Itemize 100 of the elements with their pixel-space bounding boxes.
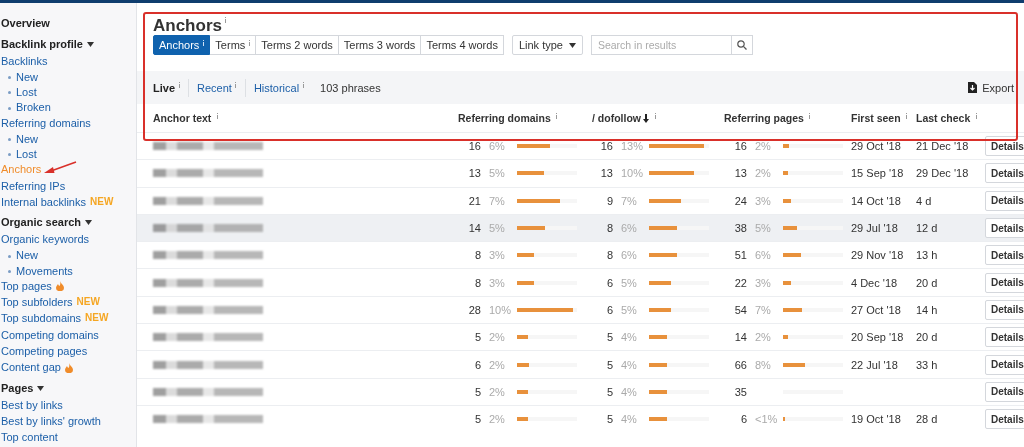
table-cell: 20 d bbox=[916, 276, 938, 289]
search-button[interactable] bbox=[730, 35, 753, 55]
column-header[interactable]: / dofollow bbox=[592, 112, 641, 124]
table-cell-text: 66 bbox=[733, 358, 747, 371]
sidebar-heading[interactable]: Overview bbox=[1, 15, 136, 32]
sidebar-item[interactable]: Internal backlinks bbox=[1, 193, 86, 211]
sidebar-item[interactable]: Organic keywords bbox=[1, 231, 90, 248]
sidebar-item[interactable]: Top subfolders bbox=[1, 294, 73, 311]
tab[interactable]: Terms bbox=[210, 35, 257, 55]
column-header[interactable]: Last check bbox=[916, 112, 971, 124]
bullet-icon bbox=[8, 91, 11, 95]
details-button[interactable]: Details bbox=[985, 163, 1024, 184]
table-cell-text: 24 bbox=[733, 194, 747, 207]
table-cell-text: 16 bbox=[733, 140, 747, 153]
sidebar-item[interactable]: Best by links bbox=[1, 396, 63, 413]
percent-text: 4% bbox=[621, 413, 637, 426]
details-button[interactable]: Details bbox=[985, 245, 1024, 266]
details-button[interactable]: Details bbox=[985, 190, 1024, 211]
table-cell-text: 28 bbox=[467, 303, 481, 316]
sidebar-item[interactable]: Referring IPs bbox=[1, 177, 66, 194]
table-cell: 12 d bbox=[916, 222, 938, 235]
details-button[interactable]: Details bbox=[985, 218, 1024, 239]
bullet-icon bbox=[8, 153, 11, 157]
sidebar-subitem[interactable]: Broken bbox=[8, 101, 51, 115]
sidebar-subitem[interactable]: Movements bbox=[8, 264, 73, 278]
sidebar-item[interactable]: Top content bbox=[1, 429, 58, 446]
percent-text: 5% bbox=[755, 222, 771, 235]
table-cell-text: 5 bbox=[473, 413, 481, 426]
link-type-dropdown[interactable]: Link type bbox=[511, 35, 583, 55]
export-button[interactable]: Export bbox=[968, 81, 1024, 94]
details-button[interactable]: Details bbox=[985, 272, 1024, 293]
percent-text: 8% bbox=[755, 358, 771, 371]
table-cell-text: 13 bbox=[599, 167, 613, 180]
details-button[interactable]: Details bbox=[985, 354, 1024, 375]
column-header[interactable]: First seen bbox=[851, 112, 901, 124]
percent-text: 6% bbox=[621, 249, 637, 262]
table-cell-text: 21 bbox=[467, 194, 481, 207]
percent-text: 6% bbox=[755, 249, 771, 262]
tab[interactable]: Terms 3 words bbox=[338, 35, 422, 55]
sidebar-item[interactable]: Referring domains bbox=[1, 114, 91, 132]
percent-text: 7% bbox=[755, 303, 771, 316]
tab[interactable]: Terms 2 words bbox=[256, 35, 339, 55]
percent-text: 2% bbox=[755, 167, 771, 180]
table-cell-text: 6 bbox=[605, 303, 613, 316]
column-header[interactable]: Referring domains bbox=[458, 112, 551, 124]
sidebar-subitem[interactable]: Lost bbox=[8, 86, 37, 100]
sidebar-item[interactable]: Top subdomains bbox=[1, 310, 82, 327]
percent-text: 4% bbox=[621, 331, 637, 344]
table-cell: 4 Dec '18 bbox=[851, 276, 898, 289]
sidebar-heading[interactable]: Pages bbox=[1, 379, 136, 397]
table-cell: 14 h bbox=[916, 303, 938, 316]
table-cell-text: 14 bbox=[733, 331, 747, 344]
percent-text: 2% bbox=[755, 331, 771, 344]
tab[interactable]: Anchors bbox=[153, 35, 211, 55]
sidebar-heading[interactable]: Organic search bbox=[1, 214, 136, 232]
table-cell-text: 5 bbox=[473, 385, 481, 398]
sidebar-item[interactable]: Backlinks bbox=[1, 53, 48, 70]
new-label: NEW bbox=[76, 295, 100, 310]
column-header[interactable]: Referring pages bbox=[724, 112, 804, 124]
sidebar-item[interactable]: Content gap bbox=[1, 359, 61, 376]
percent-text: 7% bbox=[489, 194, 505, 207]
table-cell: 19 Oct '18 bbox=[851, 413, 901, 426]
sidebar-subitem[interactable]: Lost bbox=[8, 148, 37, 162]
percent-text: 3% bbox=[755, 194, 771, 207]
details-button[interactable]: Details bbox=[985, 299, 1024, 320]
details-button[interactable]: Details bbox=[985, 409, 1024, 430]
sidebar-item[interactable]: Competing domains bbox=[1, 326, 99, 344]
table-cell: 20 d bbox=[916, 331, 938, 344]
table-cell: 22 Jul '18 bbox=[851, 358, 898, 371]
table-cell: 27 Oct '18 bbox=[851, 303, 901, 316]
bullet-icon bbox=[8, 138, 11, 142]
new-label: NEW bbox=[90, 194, 114, 209]
table-cell-text: 6 bbox=[605, 276, 613, 289]
sidebar-subitem[interactable]: New bbox=[8, 132, 38, 147]
mode-tab[interactable]: Live bbox=[153, 81, 175, 94]
details-button[interactable]: Details bbox=[985, 381, 1024, 402]
table-cell-text: 6 bbox=[739, 413, 747, 426]
sidebar-item[interactable]: Competing pages bbox=[1, 343, 88, 360]
table-cell: 14 Oct '18 bbox=[851, 194, 901, 207]
search-field[interactable]: Search in results bbox=[590, 35, 731, 55]
sidebar-item[interactable]: Best by links' growth bbox=[1, 412, 101, 430]
column-header[interactable]: Anchor text bbox=[153, 112, 212, 124]
table-cell-text: 54 bbox=[733, 303, 747, 316]
tab[interactable]: Terms 4 words bbox=[421, 35, 504, 55]
table-cell-text: 5 bbox=[473, 331, 481, 344]
sidebar-subitem[interactable]: New bbox=[8, 249, 38, 263]
details-button[interactable]: Details bbox=[985, 327, 1024, 348]
search-icon bbox=[736, 40, 747, 50]
table-cell: 20 Sep '18 bbox=[851, 331, 904, 344]
table-cell: 29 Jul '18 bbox=[851, 222, 898, 235]
percent-text: 10% bbox=[621, 167, 644, 180]
sidebar-heading[interactable]: Backlink profile bbox=[1, 36, 136, 53]
sidebar-subitem[interactable]: New bbox=[8, 71, 38, 85]
percent-text: 2% bbox=[489, 385, 505, 398]
mode-tab[interactable]: Recent bbox=[197, 81, 232, 94]
mode-tab[interactable]: Historical bbox=[253, 81, 300, 94]
details-button[interactable]: Details bbox=[985, 136, 1024, 157]
percent-text: 7% bbox=[621, 194, 637, 207]
sidebar-item[interactable]: Top pages bbox=[1, 277, 52, 295]
percent-text: 6% bbox=[621, 222, 637, 235]
